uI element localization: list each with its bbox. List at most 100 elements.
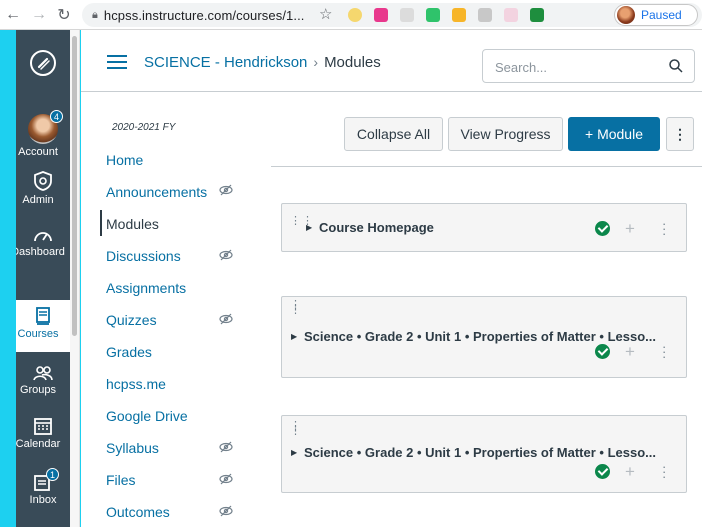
inbox-badge: 1 [46, 468, 59, 481]
module-header[interactable]: ⋮ ⋮ ▶ Science • Grade 2 • Unit 1 • Proper… [281, 296, 687, 378]
module-menu-kebab-icon[interactable]: · · · [662, 340, 666, 363]
hidden-eye-icon [219, 505, 233, 517]
browser-toolbar: ← → ↻ 🔒︎ hcpss.instructure.com/courses/1… [0, 0, 702, 30]
view-progress-button[interactable]: View Progress [448, 117, 563, 151]
canvas-logo[interactable] [16, 50, 70, 76]
hidden-eye-icon [219, 184, 233, 196]
course-nav-discussions[interactable]: Discussions [106, 248, 181, 264]
speedometer-icon [34, 232, 52, 242]
reload-icon[interactable]: ↻ [53, 4, 75, 26]
course-nav-grades[interactable]: Grades [106, 344, 152, 360]
profile-paused-button[interactable]: Paused [614, 4, 698, 26]
extension-chat-icon[interactable] [426, 8, 440, 22]
global-nav-courses[interactable]: Courses [16, 300, 70, 352]
breadcrumb-current: Modules [324, 54, 381, 71]
drag-handle-icon[interactable]: ⋮⋮ [290, 421, 302, 437]
add-item-plus-icon[interactable]: + [625, 343, 635, 360]
global-nav-calendar[interactable]: Calendar [16, 416, 70, 451]
global-nav-scrollbar[interactable] [70, 30, 80, 527]
global-nav-dashboard[interactable]: Dashboard [16, 226, 70, 259]
course-nav-hcpss-me[interactable]: hcpss.me [106, 376, 166, 392]
book-icon [36, 307, 50, 325]
expand-triangle-icon[interactable]: ▶ [306, 223, 312, 232]
course-nav-assignments[interactable]: Assignments [106, 280, 186, 296]
course-nav-announcements[interactable]: Announcements [106, 184, 207, 200]
course-nav: 2020-2021 FY Home Announcements Modules … [81, 92, 271, 527]
search-input[interactable]: Search... [482, 49, 695, 83]
hidden-eye-icon [219, 313, 233, 325]
extension-doc-icon[interactable] [478, 8, 492, 22]
shield-icon [34, 171, 52, 191]
page-header: SCIENCE - Hendrickson › Modules Search... [81, 30, 702, 92]
breadcrumb-course-link[interactable]: SCIENCE - Hendrickson [144, 54, 307, 71]
drag-handle-icon[interactable]: ⋮⋮ [290, 300, 302, 316]
toolbar-divider [271, 166, 702, 167]
add-module-button[interactable]: + Module [568, 117, 660, 151]
bookmark-star-icon[interactable]: ☆ [319, 5, 332, 23]
course-nav-google-drive[interactable]: Google Drive [106, 408, 188, 424]
main-content: SCIENCE - Hendrickson › Modules Search... … [81, 30, 702, 527]
lock-icon: 🔒︎ [92, 8, 98, 21]
hamburger-menu-icon[interactable] [107, 55, 127, 69]
global-nav-groups[interactable]: Groups [16, 364, 70, 397]
module-header[interactable]: ⋮⋮ ▶ Course Homepage + · · · [281, 203, 687, 252]
course-nav-modules[interactable]: Modules [106, 216, 159, 232]
course-nav-files[interactable]: Files [106, 472, 136, 488]
breadcrumb: SCIENCE - Hendrickson › Modules [144, 54, 381, 71]
canvas-logo-icon [30, 50, 56, 76]
course-nav-syllabus[interactable]: Syllabus [106, 440, 159, 456]
expand-triangle-icon[interactable]: ▶ [291, 448, 297, 457]
extension-eye-icon[interactable] [348, 8, 362, 22]
course-nav-home[interactable]: Home [106, 152, 143, 168]
hidden-eye-icon [219, 441, 233, 453]
global-nav-label: Courses [17, 328, 59, 340]
global-nav: 4 Account Admin Dashboard Courses Groups… [16, 30, 70, 527]
global-nav-admin[interactable]: Admin [16, 170, 70, 207]
scrollbar-thumb[interactable] [72, 36, 77, 336]
groups-icon [33, 366, 53, 381]
url-text: hcpss.instructure.com/courses/1... [103, 7, 305, 23]
calendar-icon [34, 418, 52, 435]
back-arrow-icon[interactable]: ← [2, 4, 24, 26]
module-title: Science • Grade 2 • Unit 1 • Properties … [304, 329, 656, 344]
collapse-all-button[interactable]: Collapse All [344, 117, 443, 151]
module-title: Science • Grade 2 • Unit 1 • Properties … [304, 445, 656, 460]
global-nav-label: Admin [22, 194, 54, 206]
address-bar[interactable]: 🔒︎ hcpss.instructure.com/courses/1... ☆ … [82, 3, 702, 27]
forward-arrow-icon[interactable]: → [28, 4, 50, 26]
global-nav-account[interactable]: 4 Account [16, 110, 70, 159]
course-nav-outcomes[interactable]: Outcomes [106, 504, 170, 520]
add-item-plus-icon[interactable]: + [625, 463, 635, 480]
active-indicator [100, 210, 102, 236]
published-check-icon[interactable] [595, 344, 610, 359]
term-label: 2020-2021 FY [112, 122, 176, 133]
global-nav-label: Calendar [16, 438, 61, 450]
more-options-button[interactable]: ⋮ [666, 117, 694, 151]
account-badge: 4 [50, 110, 63, 123]
extension-tag-icon[interactable] [374, 8, 388, 22]
course-nav-quizzes[interactable]: Quizzes [106, 312, 157, 328]
add-item-plus-icon[interactable]: + [625, 220, 635, 237]
global-nav-label: Dashboard [16, 246, 65, 258]
module-menu-kebab-icon[interactable]: · · · [662, 460, 666, 483]
global-nav-label: Account [18, 146, 58, 158]
extension-sheets-icon[interactable] [530, 8, 544, 22]
module-header[interactable]: ⋮ ⋮ ▶ Science • Grade 2 • Unit 1 • Proper… [281, 415, 687, 493]
hidden-eye-icon [219, 473, 233, 485]
search-icon[interactable] [668, 58, 684, 74]
global-nav-inbox[interactable]: 1 Inbox [16, 468, 70, 507]
module-menu-kebab-icon[interactable]: · · · [662, 217, 666, 240]
global-nav-label: Groups [19, 384, 57, 396]
published-check-icon[interactable] [595, 221, 610, 236]
extension-thumb-icon[interactable] [452, 8, 466, 22]
search-placeholder: Search... [495, 60, 548, 75]
extension-scissors-icon[interactable] [504, 8, 518, 22]
extension-grid-icon[interactable] [400, 8, 414, 22]
breadcrumb-separator: › [313, 54, 319, 70]
published-check-icon[interactable] [595, 464, 610, 479]
hidden-eye-icon [219, 249, 233, 261]
expand-triangle-icon[interactable]: ▶ [291, 332, 297, 341]
global-nav-label: Inbox [29, 494, 57, 506]
profile-avatar [617, 6, 635, 24]
module-title: Course Homepage [319, 220, 434, 235]
